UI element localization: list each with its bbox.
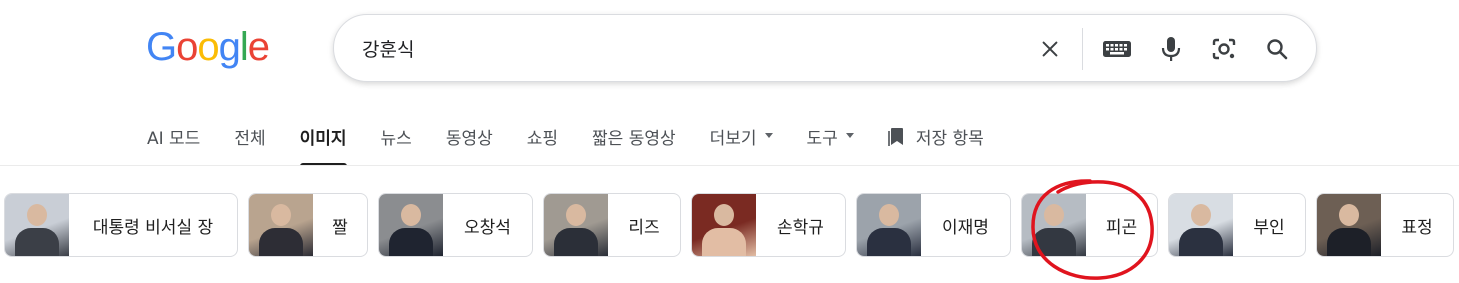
chip-5[interactable]: 이재명 <box>856 193 1011 257</box>
chip-thumbnail <box>5 194 69 256</box>
tab-label: 저장 항목 <box>915 129 984 149</box>
chip-8[interactable]: 표정 <box>1316 193 1454 257</box>
logo-letter: o <box>176 25 198 69</box>
thumbnail-figure-head <box>1339 204 1359 226</box>
thumbnail-figure-body <box>1032 228 1076 256</box>
keyboard-icon[interactable] <box>1100 32 1134 66</box>
thumbnail-figure-head <box>401 204 421 226</box>
tab-tools[interactable]: 도구 <box>807 112 854 166</box>
thumbnail-figure-head <box>271 204 291 226</box>
camera-lens-icon[interactable] <box>1207 32 1241 66</box>
chip-7[interactable]: 부인 <box>1168 193 1306 257</box>
thumbnail-figure-head <box>566 204 586 226</box>
thumbnail-figure-body <box>15 228 59 256</box>
logo-letter: G <box>146 25 177 69</box>
bookmark-icon <box>888 125 906 152</box>
tab-all[interactable]: 전체 <box>234 112 265 166</box>
chip-4[interactable]: 손학규 <box>691 193 846 257</box>
related-chips: 대통령 비서실 장 짤 오창석 리즈 손학규 이재명 피곤 부인 표정 <box>4 193 1459 257</box>
chip-label: 오창석 <box>464 217 511 238</box>
chip-thumbnail <box>1317 194 1381 256</box>
search-box[interactable]: 강훈식 <box>333 14 1317 82</box>
google-logo[interactable]: Google <box>146 25 270 69</box>
thumbnail-figure-body <box>554 228 598 256</box>
tab-news[interactable]: 뉴스 <box>381 112 412 166</box>
tab-label: 이미지 <box>299 129 347 149</box>
chip-thumbnail <box>1022 194 1086 256</box>
chip-thumbnail <box>857 194 921 256</box>
thumbnail-figure-head <box>27 204 47 226</box>
chevron-down-icon <box>845 133 854 138</box>
tab-more[interactable]: 더보기 <box>710 112 773 166</box>
chip-label: 리즈 <box>628 217 660 238</box>
tab-shopping[interactable]: 쇼핑 <box>527 112 558 166</box>
tab-videos[interactable]: 동영상 <box>446 112 493 166</box>
tab-label: 동영상 <box>445 129 493 149</box>
thumbnail-figure-body <box>389 228 433 256</box>
thumbnail-figure-body <box>702 228 746 256</box>
chip-1[interactable]: 짤 <box>248 193 368 257</box>
tab-label: 도구 <box>806 129 838 149</box>
thumbnail-figure-head <box>714 204 734 226</box>
tab-short-videos[interactable]: 짧은 동영상 <box>592 112 676 166</box>
thumbnail-figure-head <box>1191 204 1211 226</box>
thumbnail-figure-body <box>1179 228 1223 256</box>
chip-label: 짤 <box>332 217 348 238</box>
chip-0[interactable]: 대통령 비서실 장 <box>4 193 238 257</box>
tab-ai-mode[interactable]: AI 모드 <box>147 112 200 166</box>
chip-label: 손학규 <box>777 217 824 238</box>
logo-letter: o <box>197 25 219 69</box>
thumbnail-figure-body <box>259 228 303 256</box>
tab-images[interactable]: 이미지 <box>299 112 347 166</box>
tab-label: 뉴스 <box>380 129 412 149</box>
chip-label: 이재명 <box>942 217 989 238</box>
search-tabs: AI 모드 전체 이미지 뉴스 동영상 쇼핑 짧은 동영상 더보기 도구 저장 … <box>147 112 1018 166</box>
thumbnail-figure-body <box>1327 228 1371 256</box>
search-input[interactable]: 강훈식 <box>362 35 414 62</box>
tab-label: 짧은 동영상 <box>592 129 676 149</box>
clear-icon[interactable] <box>1033 32 1067 66</box>
tab-label: AI 모드 <box>147 129 201 149</box>
thumbnail-figure-head <box>1044 204 1064 226</box>
chip-thumbnail <box>379 194 443 256</box>
chip-2[interactable]: 오창석 <box>378 193 533 257</box>
thumbnail-figure-head <box>879 204 899 226</box>
tab-label: 쇼핑 <box>526 129 559 149</box>
tab-saved[interactable]: 저장 항목 <box>888 112 984 166</box>
logo-letter: g <box>218 25 241 69</box>
chip-6[interactable]: 피곤 <box>1021 193 1158 257</box>
chip-label: 피곤 <box>1105 217 1138 238</box>
chip-thumbnail <box>692 194 756 256</box>
tab-label: 전체 <box>234 129 266 149</box>
logo-letter: e <box>247 25 270 69</box>
tab-label: 더보기 <box>709 129 757 149</box>
logo-letter: l <box>239 25 249 69</box>
chip-thumbnail <box>1169 194 1233 256</box>
search-icon[interactable] <box>1260 32 1294 66</box>
chip-label: 대통령 비서실 장 <box>92 217 214 238</box>
chip-3[interactable]: 리즈 <box>543 193 681 257</box>
microphone-icon[interactable] <box>1154 32 1188 66</box>
chip-thumbnail <box>249 194 313 256</box>
chip-label: 부인 <box>1253 217 1285 238</box>
chip-label: 표정 <box>1401 217 1433 238</box>
search-divider <box>1082 28 1083 70</box>
chevron-down-icon <box>764 133 773 138</box>
tabs-divider <box>0 165 1459 166</box>
thumbnail-figure-body <box>867 228 911 256</box>
chip-thumbnail <box>544 194 608 256</box>
